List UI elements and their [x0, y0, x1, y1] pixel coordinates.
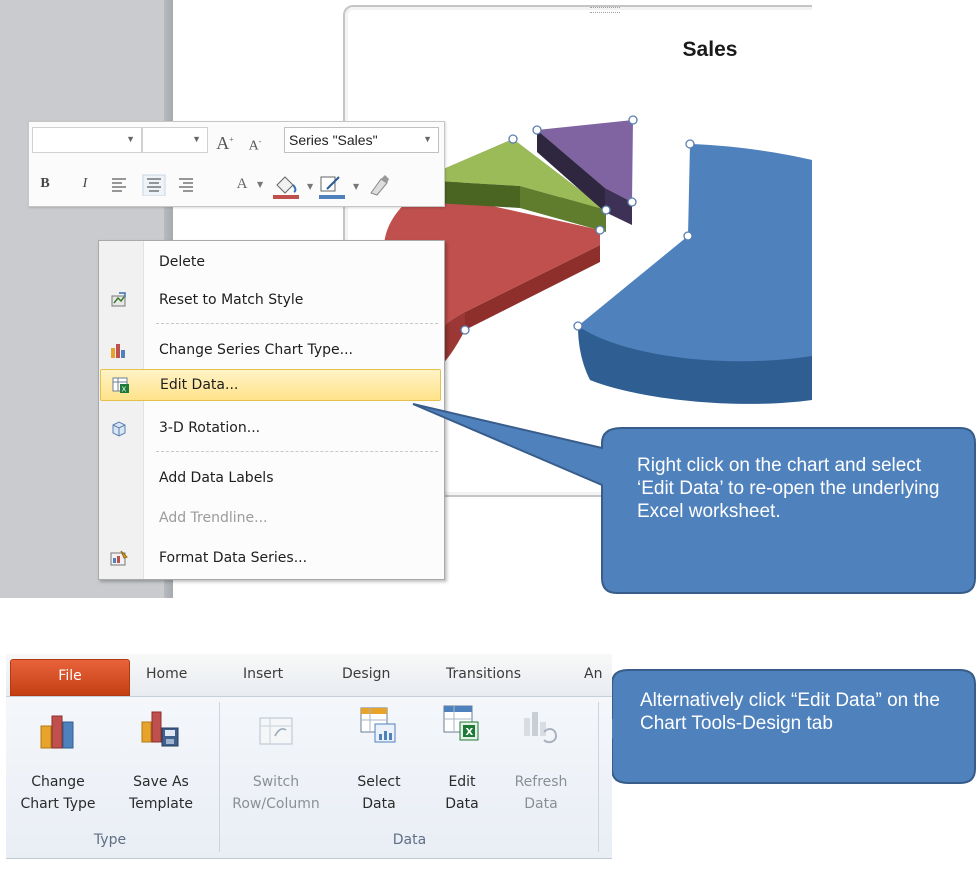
group-label-type: Type [93, 832, 127, 848]
button-label: Data [445, 796, 479, 812]
select-data-button[interactable]: Select Data [344, 702, 414, 834]
button-label: Save As [133, 774, 189, 790]
save-as-template-icon [141, 711, 179, 747]
tab-animations[interactable]: An [584, 666, 602, 682]
edit-data-icon: X [443, 705, 479, 741]
bottom-callout-text: Alternatively click “Edit Data” on the C… [640, 690, 940, 734]
tab-design[interactable]: Design [342, 666, 390, 682]
refresh-data-icon [524, 712, 558, 744]
tab-transitions[interactable]: Transitions [446, 666, 521, 682]
tab-home[interactable]: Home [146, 666, 187, 682]
button-label: Row/Column [232, 796, 320, 812]
button-label: Chart Type [20, 796, 96, 812]
change-chart-type-button[interactable]: Change Chart Type [10, 702, 106, 834]
refresh-data-button: Refresh Data [506, 702, 576, 834]
svg-text:X: X [466, 727, 474, 738]
select-data-icon [360, 707, 396, 743]
change-chart-type-icon [40, 715, 74, 749]
ribbon-tab-bar: File Home Insert Design Transitions An [6, 654, 612, 697]
button-label: Switch [252, 774, 300, 790]
group-label-data: Data [392, 832, 427, 848]
save-as-template-button[interactable]: Save As Template [111, 702, 211, 834]
button-label: Data [524, 796, 558, 812]
button-label: Refresh [514, 774, 568, 790]
edit-data-button[interactable]: X Edit Data [430, 702, 494, 834]
button-label: Data [362, 796, 396, 812]
group-separator [219, 702, 220, 852]
button-label: Edit [448, 774, 476, 790]
top-callout-text: Right click on the chart and select ‘Edi… [637, 455, 940, 522]
button-label: Change [31, 774, 85, 790]
tab-insert[interactable]: Insert [243, 666, 283, 682]
button-label: Select [357, 774, 401, 790]
tab-file[interactable]: File [10, 659, 130, 696]
ribbon: File Home Insert Design Transitions An C… [6, 654, 612, 859]
button-label: Template [129, 796, 193, 812]
switch-row-column-icon [259, 717, 293, 745]
switch-row-column-button: Switch Row/Column [224, 702, 328, 834]
group-separator [598, 702, 599, 852]
